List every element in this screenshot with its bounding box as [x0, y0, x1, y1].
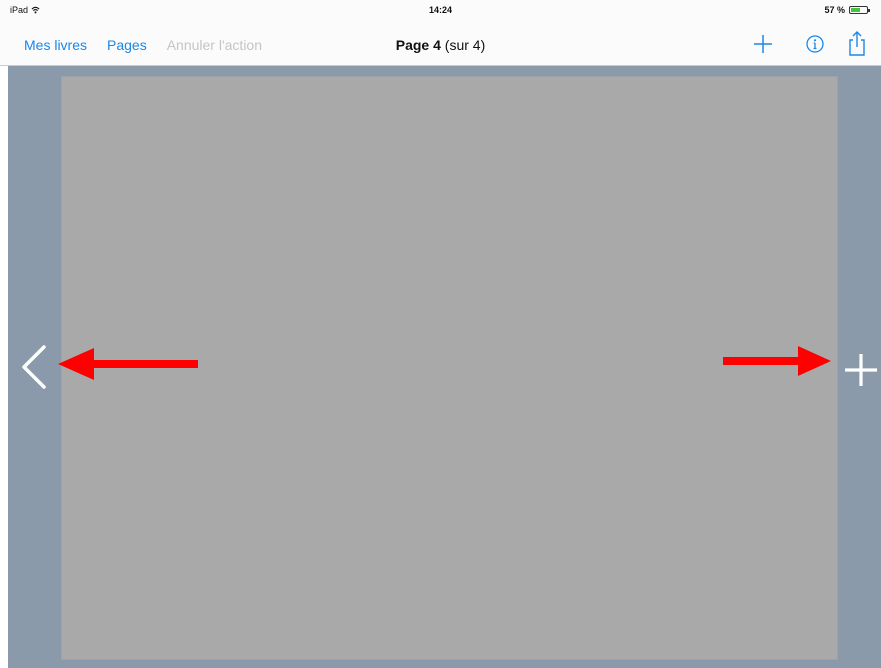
battery-icon: [849, 6, 870, 14]
battery-percent: 57 %: [824, 5, 845, 15]
page-title: Page 4 (sur 4): [0, 37, 881, 53]
status-bar: iPad 14:24 57 %: [0, 0, 881, 26]
share-icon[interactable]: [845, 30, 869, 58]
red-arrow-left-annotation: [58, 348, 198, 380]
red-arrow-right-annotation: [723, 346, 831, 376]
battery-fill: [851, 8, 860, 12]
add-page-plus-icon[interactable]: [843, 352, 879, 388]
page-title-total: (sur 4): [444, 37, 486, 53]
plus-icon[interactable]: [751, 32, 775, 56]
battery-tip: [868, 9, 870, 12]
chevron-left-icon[interactable]: [18, 344, 48, 390]
navigation-bar: Mes livres Pages Annuler l'action Page 4…: [0, 26, 881, 66]
page-title-number: Page 4: [395, 37, 441, 53]
info-icon[interactable]: [803, 32, 827, 56]
status-right: 57 %: [824, 5, 870, 15]
status-time: 14:24: [428, 5, 453, 15]
